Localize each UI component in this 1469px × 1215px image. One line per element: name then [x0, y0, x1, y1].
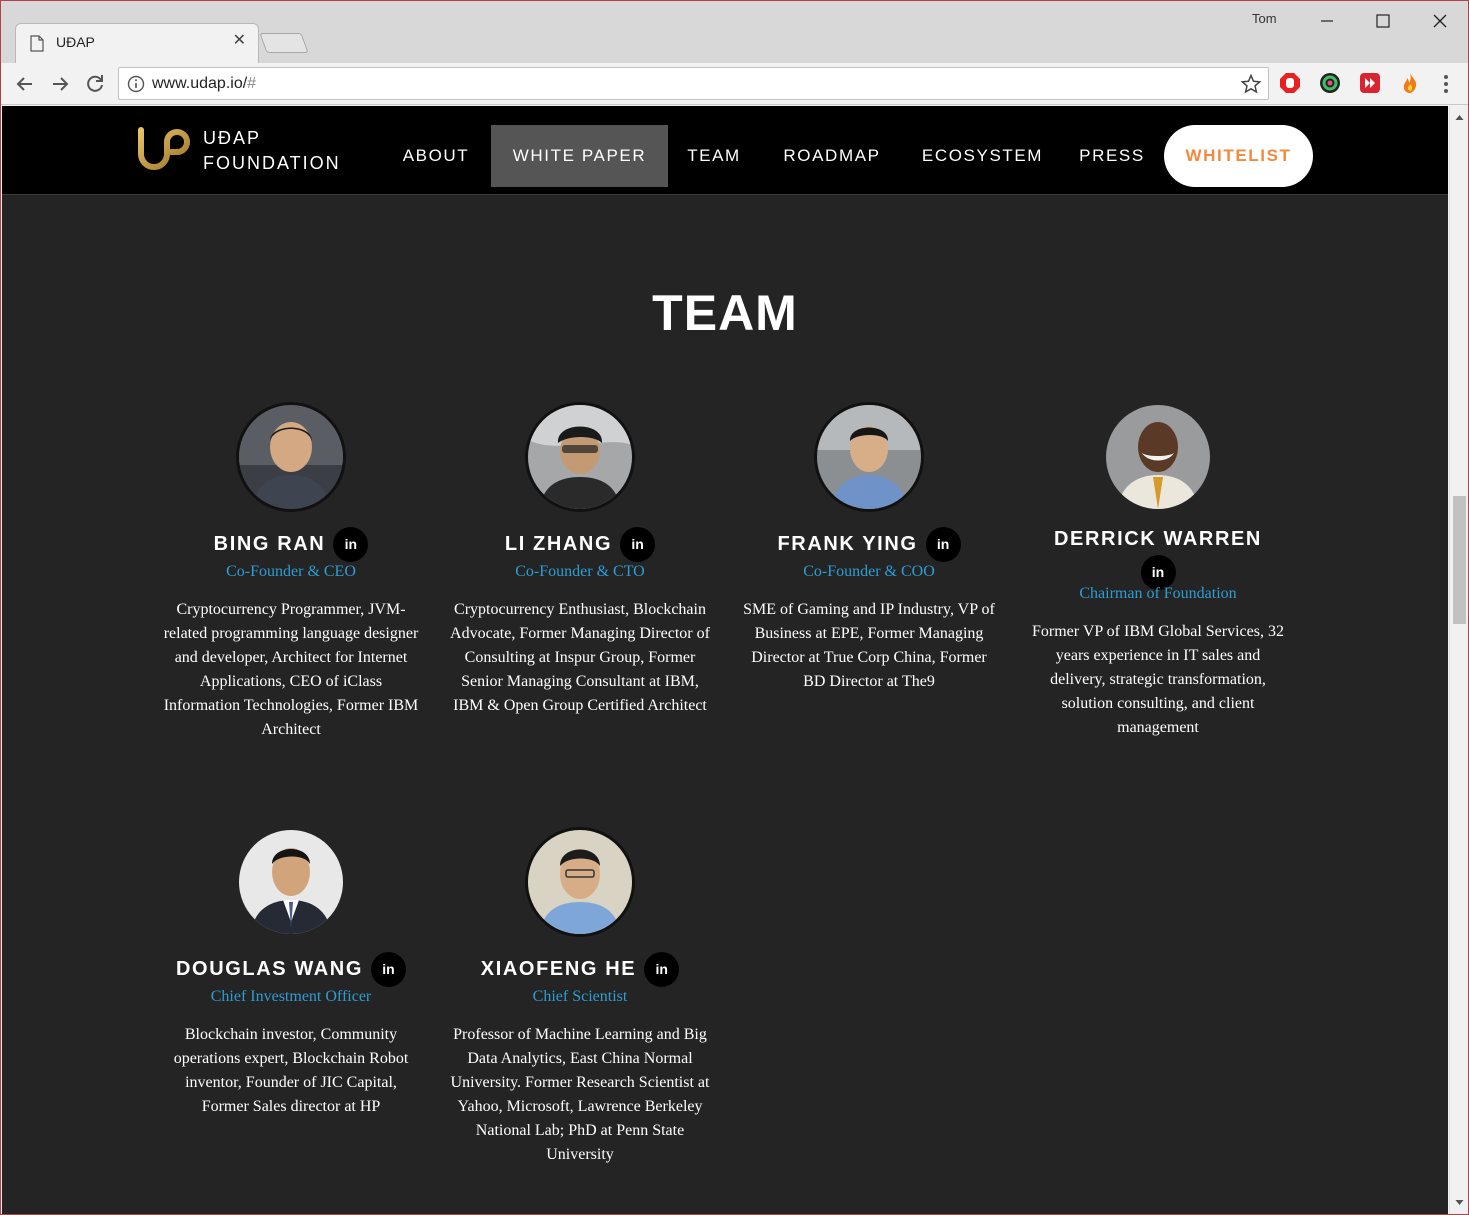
browser-window: UĐAP ✕ Tom www.udap.io/# UĐAP FOUNDATION… — [0, 0, 1469, 1215]
member-bio: Cryptocurrency Programmer, JVM-related p… — [163, 601, 419, 738]
nav-white-paper[interactable]: WHITE PAPER — [491, 125, 668, 187]
name-row: BING RAN in — [161, 526, 421, 562]
site-navigation: UĐAP FOUNDATION ABOUT WHITE PAPER TEAM R… — [2, 106, 1448, 195]
profile-name[interactable]: Tom — [1252, 11, 1277, 26]
member-bio: SME of Gaming and IP Industry, VP of Bus… — [743, 601, 995, 690]
brand-name[interactable]: UĐAP FOUNDATION — [203, 126, 341, 176]
address-bar[interactable]: www.udap.io/# — [118, 67, 1269, 100]
browser-toolbar: www.udap.io/# — [1, 63, 1468, 105]
member-role: Chairman of Foundation — [1079, 585, 1237, 602]
name-row: DOUGLAS WANG in — [161, 951, 421, 987]
name-row: DERRICK WARREN in — [1028, 528, 1288, 590]
member-bio: Former VP of IBM Global Services, 32 yea… — [1032, 623, 1284, 736]
nav-press[interactable]: PRESS — [1069, 125, 1155, 187]
fire-extension-icon[interactable] — [1398, 71, 1422, 95]
color-extension-icon[interactable] — [1318, 71, 1342, 95]
member-role: Co-Founder & COO — [803, 563, 935, 580]
scroll-up-arrow-icon[interactable] — [1455, 113, 1464, 122]
avatar — [236, 827, 346, 937]
nav-about[interactable]: ABOUT — [387, 125, 485, 187]
scroll-down-arrow-icon[interactable] — [1455, 1198, 1464, 1207]
team-member-card: DERRICK WARREN in Chairman of Foundation… — [1028, 402, 1288, 762]
member-name: DERRICK WARREN — [1054, 528, 1262, 550]
scrollbar-thumb[interactable] — [1453, 496, 1466, 624]
linkedin-icon[interactable]: in — [333, 526, 369, 562]
team-heading: TEAM — [652, 285, 798, 341]
browser-menu-icon[interactable] — [1438, 72, 1454, 96]
bookmark-star-icon[interactable] — [1240, 73, 1262, 95]
avatar — [525, 827, 635, 937]
media-extension-icon[interactable] — [1358, 71, 1382, 95]
member-name: XIAOFENG HE — [480, 957, 637, 980]
team-member-card: XIAOFENG HE in Chief Scientist Professor… — [450, 827, 710, 1207]
member-role: Chief Investment Officer — [210, 988, 372, 1005]
team-member-card: LI ZHANG in Co-Founder & CTO Cryptocurre… — [450, 402, 710, 762]
linkedin-icon[interactable]: in — [644, 951, 680, 987]
nav-team[interactable]: TEAM — [674, 125, 754, 187]
member-bio: Cryptocurrency Enthusiast, Blockchain Ad… — [450, 601, 710, 714]
reload-icon[interactable] — [82, 71, 108, 97]
linkedin-icon[interactable]: in — [620, 526, 656, 562]
minimize-icon[interactable] — [1312, 7, 1342, 35]
back-arrow-icon[interactable] — [12, 71, 38, 97]
member-role: Chief Scientist — [532, 988, 628, 1005]
team-member-card: FRANK YING in Co-Founder & COO SME of Ga… — [739, 402, 999, 762]
vertical-scrollbar[interactable] — [1449, 106, 1468, 1214]
tab-title: UĐAP — [56, 34, 95, 50]
whitelist-button[interactable]: WHITELIST — [1164, 125, 1313, 187]
avatar — [1103, 402, 1213, 512]
nav-ecosystem[interactable]: ECOSYSTEM — [910, 125, 1055, 187]
document-icon — [30, 35, 44, 52]
member-role: Co-Founder & CEO — [226, 563, 356, 580]
tab-close-icon[interactable]: ✕ — [233, 32, 246, 48]
url-text: www.udap.io/# — [152, 75, 257, 92]
info-icon[interactable] — [127, 75, 145, 93]
member-name: BING RAN — [213, 532, 326, 555]
member-bio: Professor of Machine Learning and Big Da… — [450, 1026, 710, 1163]
avatar — [525, 402, 635, 512]
nav-roadmap[interactable]: ROADMAP — [768, 125, 896, 187]
member-name: DOUGLAS WANG — [176, 957, 363, 980]
name-row: FRANK YING in — [739, 526, 999, 562]
maximize-icon[interactable] — [1368, 7, 1398, 35]
forward-arrow-icon[interactable] — [47, 71, 73, 97]
new-tab-button[interactable] — [259, 33, 309, 53]
udap-logo[interactable] — [136, 124, 192, 174]
member-name: FRANK YING — [777, 532, 918, 555]
title-bar: UĐAP ✕ Tom — [1, 1, 1468, 63]
member-name: LI ZHANG — [504, 532, 613, 555]
member-bio: Blockchain investor, Community operation… — [173, 1026, 409, 1115]
avatar — [236, 402, 346, 512]
name-row: XIAOFENG HE in — [450, 951, 710, 987]
linkedin-icon[interactable]: in — [925, 526, 961, 562]
name-row: LI ZHANG in — [450, 526, 710, 562]
linkedin-icon[interactable]: in — [370, 951, 406, 987]
member-role: Co-Founder & CTO — [515, 563, 645, 580]
browser-tab[interactable]: UĐAP ✕ — [15, 23, 259, 63]
avatar — [814, 402, 924, 512]
team-member-card: BING RAN in Co-Founder & CEO Cryptocurre… — [161, 402, 421, 762]
page-viewport: UĐAP FOUNDATION ABOUT WHITE PAPER TEAM R… — [2, 106, 1448, 1214]
team-member-card: DOUGLAS WANG in Chief Investment Officer… — [161, 827, 421, 1157]
close-window-icon[interactable] — [1425, 7, 1455, 35]
adblock-extension-icon[interactable] — [1278, 71, 1302, 95]
